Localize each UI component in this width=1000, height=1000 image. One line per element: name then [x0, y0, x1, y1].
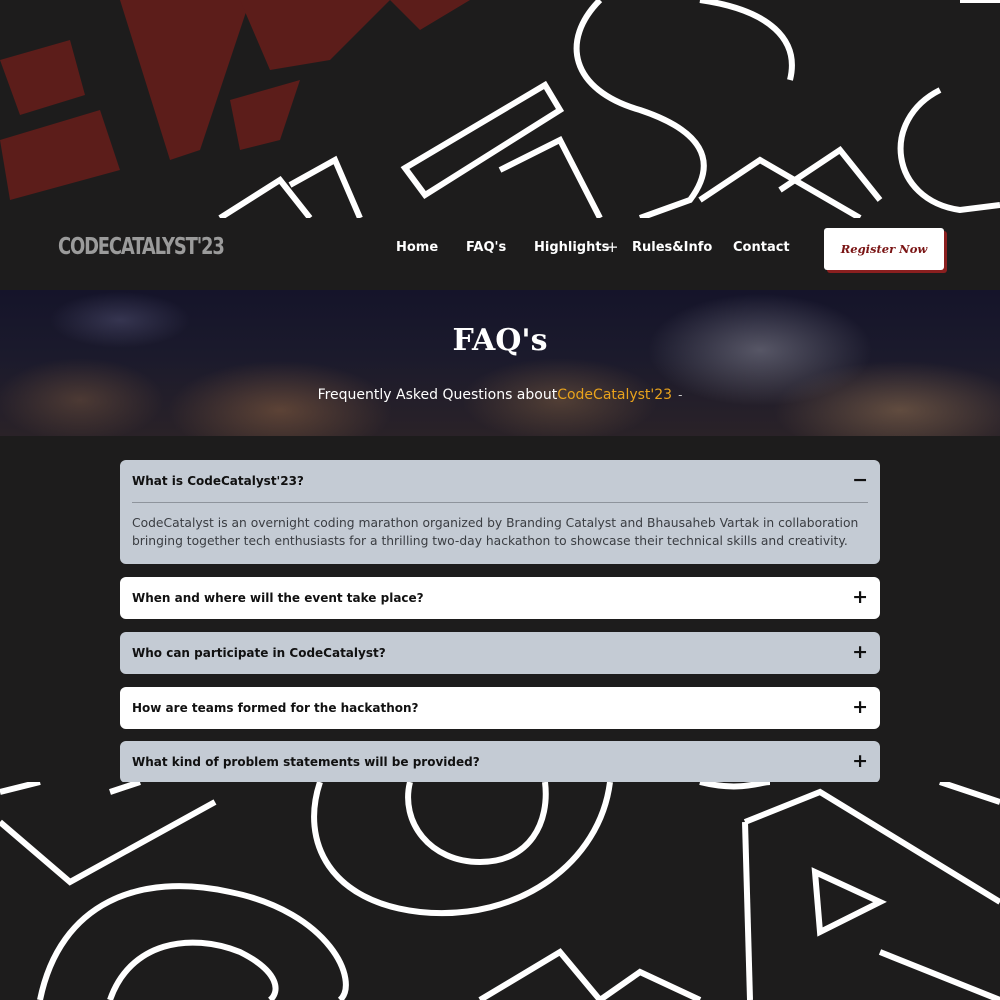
faq-answer: CodeCatalyst is an overnight coding mara… [132, 516, 859, 548]
faq-divider [132, 502, 868, 503]
subtitle-suffix: - [678, 388, 683, 402]
expand-icon[interactable]: + [852, 641, 868, 663]
subtitle-accent: CodeCatalyst'23 [557, 387, 673, 403]
faq-question: What is CodeCatalyst'23? [132, 474, 304, 488]
register-now-button[interactable]: Register Now [824, 228, 944, 270]
faq-question-header[interactable]: How are teams formed for the hackathon? … [120, 687, 880, 729]
collapse-icon[interactable]: − [852, 469, 868, 491]
highlights-expand-icon[interactable]: + [606, 238, 619, 256]
nav-link-highlights[interactable]: Highlights [534, 240, 609, 256]
page-title: FAQ's [452, 323, 548, 358]
expand-icon[interactable]: + [852, 696, 868, 718]
expand-icon[interactable]: + [852, 750, 868, 772]
background-letter-art-bottom [0, 782, 1000, 1000]
faq-item: What is CodeCatalyst'23? − CodeCatalyst … [120, 460, 880, 564]
subtitle-prefix: Frequently Asked Questions about [317, 387, 558, 403]
faq-question-header[interactable]: Who can participate in CodeCatalyst? + [120, 632, 880, 674]
expand-icon[interactable]: + [852, 586, 868, 608]
nav-link-home[interactable]: Home [396, 240, 438, 256]
faq-hero-banner: FAQ's Frequently Asked Questions aboutCo… [0, 290, 1000, 436]
site-logo[interactable]: CODECATALYST'23 [58, 234, 225, 260]
nav-link-faqs[interactable]: FAQ's [466, 240, 506, 256]
faq-question-header[interactable]: When and where will the event take place… [120, 577, 880, 619]
page-subtitle: Frequently Asked Questions aboutCodeCata… [0, 386, 1000, 404]
faq-item: What kind of problem statements will be … [120, 741, 880, 783]
faq-item: How are teams formed for the hackathon? … [120, 687, 880, 729]
nav-link-rules-info[interactable]: Rules&Info [632, 240, 712, 256]
faq-question-header[interactable]: What is CodeCatalyst'23? − [120, 460, 880, 502]
faq-question: How are teams formed for the hackathon? [132, 701, 419, 715]
outline-letter-shapes-bottom [0, 782, 1000, 1000]
red-letter-shapes [0, 0, 470, 200]
faq-question: When and where will the event take place… [132, 591, 424, 605]
faq-question: Who can participate in CodeCatalyst? [132, 646, 386, 660]
page: CODECATALYST'23 Home FAQ's Highlights + … [0, 0, 1000, 1000]
nav-link-contact[interactable]: Contact [733, 240, 790, 256]
faq-question-header[interactable]: What kind of problem statements will be … [120, 741, 880, 783]
faq-question: What kind of problem statements will be … [132, 755, 480, 769]
faq-item: When and where will the event take place… [120, 577, 880, 619]
faq-accordion: What is CodeCatalyst'23? − CodeCatalyst … [0, 436, 1000, 783]
navbar: CODECATALYST'23 Home FAQ's Highlights + … [0, 218, 1000, 290]
faq-item: Who can participate in CodeCatalyst? + [120, 632, 880, 674]
